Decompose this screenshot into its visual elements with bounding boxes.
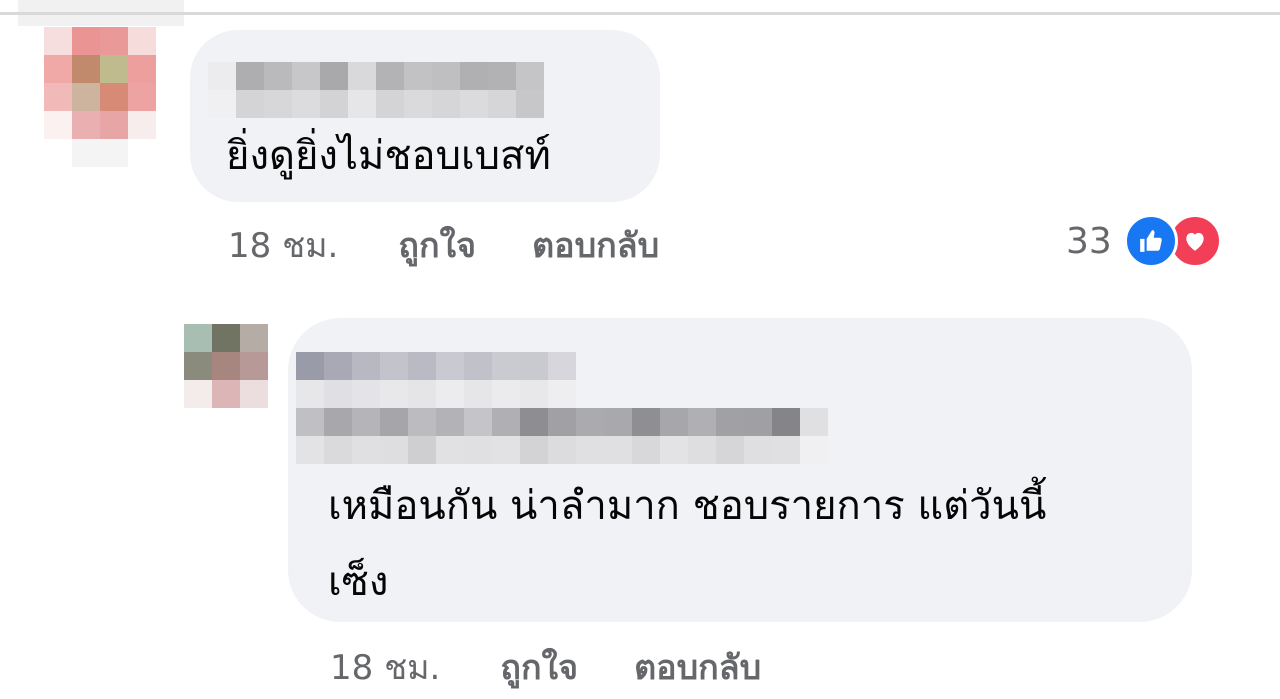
commenter-name-blurred-row bbox=[296, 380, 576, 408]
reaction-count: 33 bbox=[1066, 220, 1112, 262]
like-icon bbox=[1123, 214, 1178, 268]
comment-time[interactable]: 18 ชม. bbox=[228, 218, 338, 272]
comment-meta: 18 ชม. ถูกใจ ตอบกลับ bbox=[330, 640, 761, 694]
commenter-name-blurred[interactable] bbox=[296, 352, 576, 380]
commenter-name-blurred-row bbox=[296, 436, 828, 464]
top-divider bbox=[0, 12, 1280, 15]
comment-text: ยิ่งดูยิ่งไม่ชอบเบสท์ bbox=[226, 133, 551, 179]
reply-button[interactable]: ตอบกลับ bbox=[634, 640, 761, 694]
like-button[interactable]: ถูกใจ bbox=[500, 640, 578, 694]
comment-meta: 18 ชม. ถูกใจ ตอบกลับ bbox=[228, 218, 659, 272]
comment-text-line: เซ็ง bbox=[328, 559, 389, 605]
avatar[interactable] bbox=[44, 27, 156, 167]
commenter-name-blurred-row bbox=[208, 90, 544, 118]
like-button[interactable]: ถูกใจ bbox=[398, 218, 476, 272]
commenter-name-blurred-row bbox=[296, 408, 828, 436]
reply-button[interactable]: ตอบกลับ bbox=[532, 218, 659, 272]
reaction-summary[interactable]: 33 bbox=[1066, 214, 1222, 268]
avatar[interactable] bbox=[184, 324, 268, 408]
commenter-name-blurred[interactable] bbox=[208, 62, 544, 90]
comment-text-line: เหมือนกัน น่าลำมาก ชอบรายการ แต่วันนี้ bbox=[328, 483, 1047, 529]
comment-text: เหมือนกัน น่าลำมาก ชอบรายการ แต่วันนี้ เ… bbox=[328, 468, 1168, 620]
comment-time[interactable]: 18 ชม. bbox=[330, 640, 440, 694]
